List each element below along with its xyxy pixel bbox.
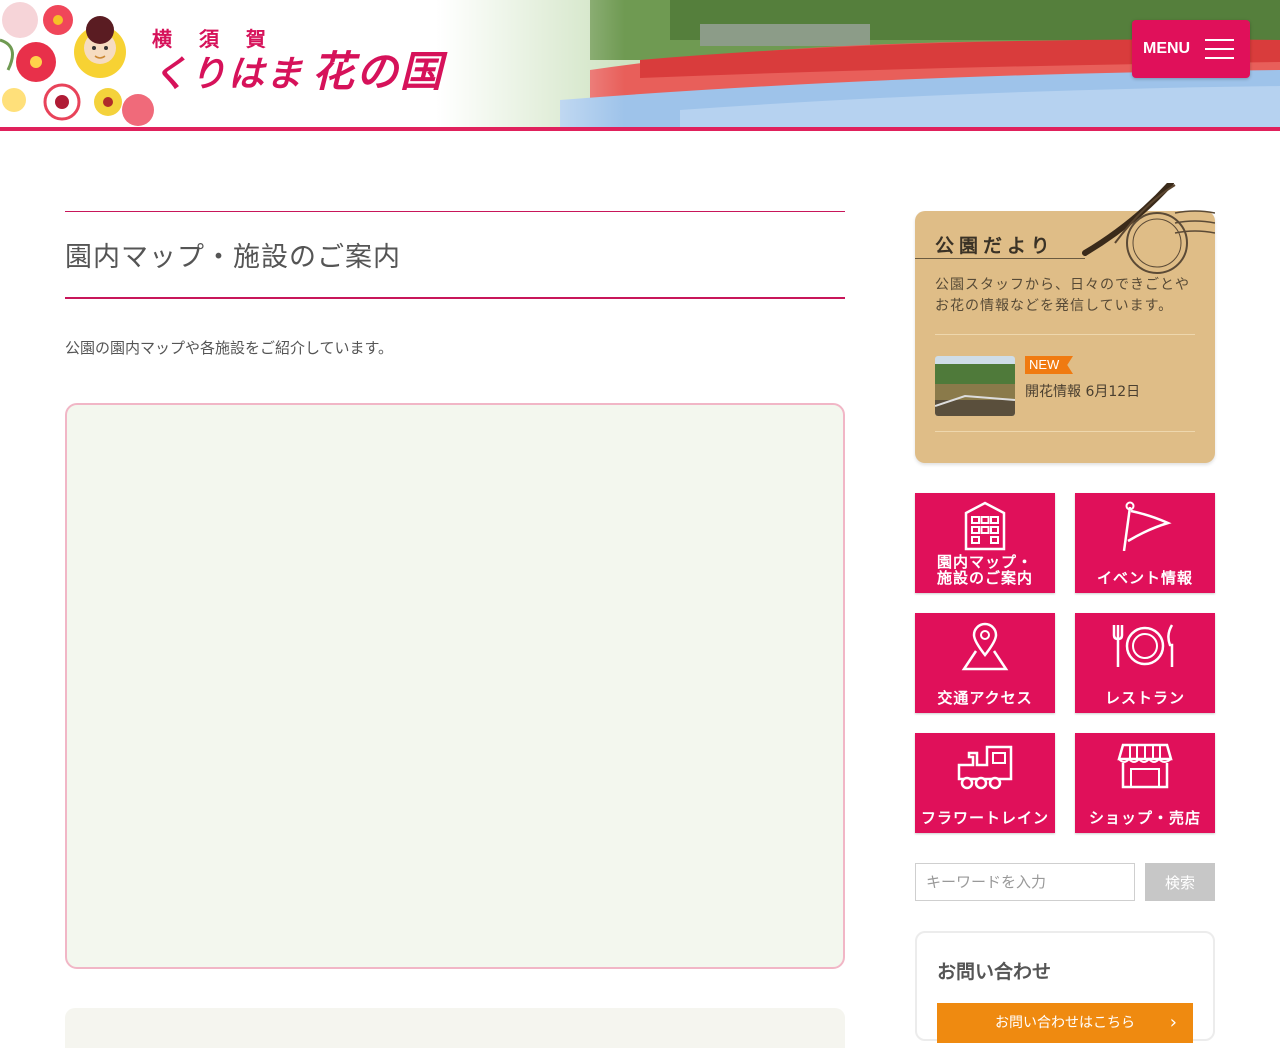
blog-divider [935, 334, 1195, 335]
main-content: 園内マップ・施設のご案内 公園の園内マップや各施設をご紹介しています。 [65, 211, 845, 1048]
chevron-right-icon: › [1169, 1012, 1177, 1033]
tile-label: ショップ・売店 [1088, 809, 1201, 827]
tile-access[interactable]: 交通アクセス [915, 613, 1055, 713]
postal-stamp-icon [1082, 183, 1215, 274]
contact-card: お問い合わせ お問い合わせはこちら › [915, 931, 1215, 1043]
page-title-box: 園内マップ・施設のご案内 [65, 211, 845, 299]
page-intro: 公園の園内マップや各施設をご紹介しています。 [65, 339, 394, 357]
blog-divider [935, 431, 1195, 432]
blog-title-underline [915, 258, 1085, 259]
facility-section [65, 1008, 845, 1048]
contact-button-label: お問い合わせはこちら [995, 1015, 1135, 1031]
menu-label: MENU [1143, 40, 1191, 57]
tile-label: イベント情報 [1096, 569, 1193, 587]
train-icon [957, 745, 1013, 790]
tile-label: 園内マップ・ 施設のご案内 [915, 554, 1055, 586]
hamburger-icon [1205, 39, 1234, 59]
blog-post-link[interactable]: 開花情報 6月12日 [1025, 381, 1140, 401]
search-input[interactable] [915, 863, 1135, 901]
logo-hananokuni-text: 花の国 [312, 47, 445, 96]
tile-label-line2: 施設のご案内 [936, 569, 1033, 587]
tile-label: 交通アクセス [937, 689, 1033, 707]
contact-title: お問い合わせ [937, 961, 1052, 983]
page-title: 園内マップ・施設のご案内 [65, 242, 401, 273]
park-map-panel[interactable] [65, 403, 845, 969]
tile-park-map[interactable]: 園内マップ・ 施設のご案内 [915, 493, 1055, 593]
staff-blog-card[interactable]: 公園だより 公園スタッフから、日々のできごとやお花の情報などを発信しています。 … [915, 183, 1215, 463]
header-divider [0, 127, 1280, 131]
blog-post-thumbnail[interactable] [935, 356, 1015, 416]
new-badge: NEW [1025, 356, 1073, 374]
shop-icon [1117, 743, 1173, 789]
tile-flower-train[interactable]: フラワートレイン [915, 733, 1055, 833]
flower-decoration [0, 2, 154, 126]
restaurant-icon [1112, 624, 1174, 667]
blog-title: 公園だより [935, 235, 1055, 257]
tile-restaurant[interactable]: レストラン [1075, 613, 1215, 713]
tile-label: フラワートレイン [920, 809, 1049, 827]
field-photo-icon [935, 356, 1015, 416]
tile-events[interactable]: イベント情報 [1075, 493, 1215, 593]
site-logo[interactable]: 横 須 賀 くりはま 花の国 [152, 28, 444, 97]
menu-button[interactable]: MENU [1132, 20, 1250, 78]
tile-label-line1: 園内マップ・ [936, 553, 1033, 571]
flag-icon [1122, 501, 1172, 551]
contact-button[interactable]: お問い合わせはこちら › [937, 1003, 1193, 1043]
logo-line-kurihama: くりはま 花の国 [152, 50, 444, 97]
tile-shop[interactable]: ショップ・売店 [1075, 733, 1215, 833]
tile-label: レストラン [1104, 689, 1185, 707]
map-pin-icon [961, 622, 1009, 671]
blog-description: 公園スタッフから、日々のできごとやお花の情報などを発信しています。 [935, 277, 1190, 314]
logo-kurihama-text: くりはま [152, 54, 305, 95]
site-header: 横 須 賀 くりはま 花の国 MENU [0, 0, 1280, 127]
building-icon [964, 501, 1006, 551]
search-button[interactable]: 検索 [1145, 863, 1215, 901]
